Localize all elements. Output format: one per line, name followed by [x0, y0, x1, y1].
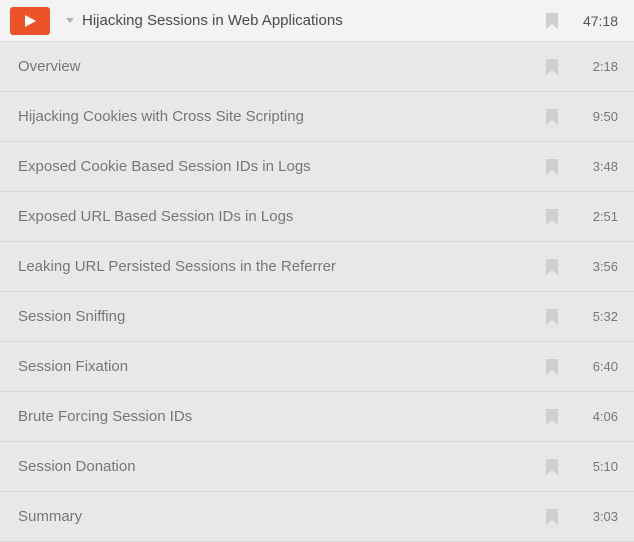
lesson-duration: 2:18	[580, 59, 618, 74]
play-button[interactable]	[10, 7, 50, 35]
lesson-duration: 3:03	[580, 509, 618, 524]
lesson-row[interactable]: Hijacking Cookies with Cross Site Script…	[0, 92, 634, 142]
play-icon	[25, 15, 36, 27]
lesson-duration: 5:32	[580, 309, 618, 324]
lesson-row[interactable]: Brute Forcing Session IDs 4:06	[0, 392, 634, 442]
lesson-duration: 9:50	[580, 109, 618, 124]
lesson-title: Overview	[18, 58, 546, 75]
lesson-title: Summary	[18, 508, 546, 525]
lesson-duration: 3:48	[580, 159, 618, 174]
collapse-caret-icon[interactable]	[66, 18, 74, 23]
lesson-row[interactable]: Exposed Cookie Based Session IDs in Logs…	[0, 142, 634, 192]
bookmark-icon[interactable]	[546, 209, 558, 225]
module-duration: 47:18	[580, 13, 618, 29]
lesson-duration: 3:56	[580, 259, 618, 274]
lesson-list: Overview 2:18 Hijacking Cookies with Cross…	[0, 42, 634, 542]
bookmark-icon[interactable]	[546, 259, 558, 275]
lesson-title: Exposed URL Based Session IDs in Logs	[18, 208, 546, 225]
lesson-row[interactable]: Summary 3:03	[0, 492, 634, 542]
bookmark-icon[interactable]	[546, 409, 558, 425]
lesson-title: Brute Forcing Session IDs	[18, 408, 546, 425]
bookmark-icon[interactable]	[546, 59, 558, 75]
bookmark-icon[interactable]	[546, 13, 558, 29]
lesson-title: Session Sniffing	[18, 308, 546, 325]
bookmark-icon[interactable]	[546, 459, 558, 475]
lesson-row[interactable]: Session Sniffing 5:32	[0, 292, 634, 342]
module-container: Hijacking Sessions in Web Applications 4…	[0, 0, 634, 542]
bookmark-icon[interactable]	[546, 309, 558, 325]
lesson-row[interactable]: Session Fixation 6:40	[0, 342, 634, 392]
lesson-duration: 2:51	[580, 209, 618, 224]
lesson-title: Exposed Cookie Based Session IDs in Logs	[18, 158, 546, 175]
lesson-title: Hijacking Cookies with Cross Site Script…	[18, 108, 546, 125]
lesson-duration: 6:40	[580, 359, 618, 374]
bookmark-icon[interactable]	[546, 359, 558, 375]
lesson-duration: 4:06	[580, 409, 618, 424]
lesson-title: Session Fixation	[18, 358, 546, 375]
bookmark-icon[interactable]	[546, 109, 558, 125]
bookmark-icon[interactable]	[546, 509, 558, 525]
lesson-duration: 5:10	[580, 459, 618, 474]
lesson-row[interactable]: Exposed URL Based Session IDs in Logs 2:5…	[0, 192, 634, 242]
lesson-title: Leaking URL Persisted Sessions in the Re…	[18, 258, 546, 275]
lesson-title: Session Donation	[18, 458, 546, 475]
lesson-row[interactable]: Session Donation 5:10	[0, 442, 634, 492]
lesson-row[interactable]: Leaking URL Persisted Sessions in the Re…	[0, 242, 634, 292]
bookmark-icon[interactable]	[546, 159, 558, 175]
lesson-row[interactable]: Overview 2:18	[0, 42, 634, 92]
module-header: Hijacking Sessions in Web Applications 4…	[0, 0, 634, 42]
module-title: Hijacking Sessions in Web Applications	[82, 12, 546, 29]
